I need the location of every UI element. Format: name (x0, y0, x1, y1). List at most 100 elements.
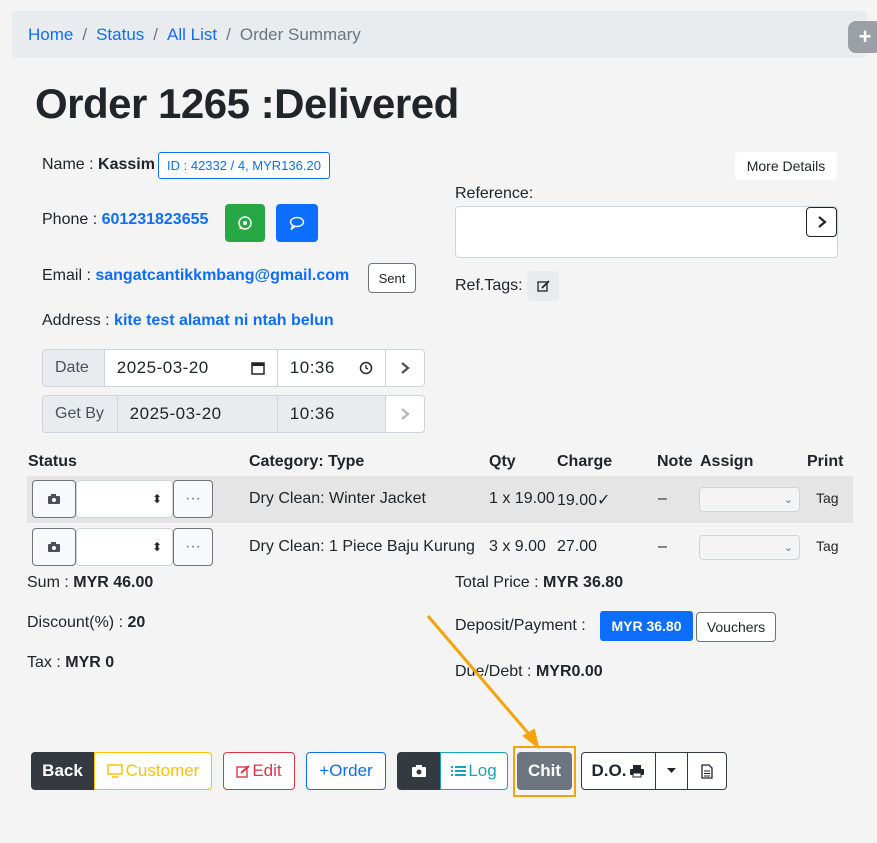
breadcrumb-separator: / (153, 24, 159, 44)
address-row: Address : kite test alamat ni ntah belun (42, 312, 334, 330)
plus-icon: + (858, 24, 872, 49)
header-qty: Qty (489, 453, 516, 470)
total-row: Total Price : MYR 36.80 (455, 574, 623, 592)
date-label: Date (43, 350, 105, 386)
row-more-button[interactable]: ··· (173, 480, 213, 518)
date-value: 2025-03-20 (116, 358, 209, 377)
do-dropdown-button[interactable] (655, 752, 688, 790)
tax-label: Tax : (27, 654, 61, 671)
header-assign: Assign (700, 453, 754, 470)
chat-icon (289, 216, 305, 230)
total-value: MYR 36.80 (543, 574, 624, 591)
breadcrumb-current: Order Summary (239, 24, 361, 44)
tax-value: MYR 0 (65, 654, 115, 671)
row-assign-select[interactable]: ⌄ (699, 487, 800, 512)
email-link[interactable]: sangatcantikkmbang@gmail.com (95, 267, 349, 284)
phone-link[interactable]: 601231823655 (102, 211, 209, 228)
back-button[interactable]: Back (31, 752, 94, 790)
page-title: Order 1265 :Delivered (35, 80, 459, 127)
discount-label: Discount(%) : (27, 614, 124, 631)
header-note: Note (657, 453, 693, 470)
chevron-right-icon (817, 216, 827, 228)
email-row: Email : sangatcantikkmbang@gmail.com (42, 267, 349, 285)
row-camera-button[interactable] (32, 528, 76, 566)
breadcrumb-all-list[interactable]: All List (167, 25, 217, 45)
row-note: – (658, 490, 667, 507)
time-value: 10:36 (289, 358, 335, 377)
camera-button[interactable] (397, 752, 440, 790)
chevron-down-icon: ⌄ (783, 542, 793, 554)
address-label: Address : (42, 312, 110, 329)
row-status-select[interactable]: ⬍ (76, 480, 173, 518)
camera-icon (411, 765, 426, 777)
new-order-button[interactable]: +Order (306, 752, 386, 790)
chevron-down-icon: ⌄ (783, 494, 793, 506)
customer-id-badge[interactable]: ID : 42332 / 4, MYR136.20 (158, 152, 330, 179)
header-print: Print (807, 453, 844, 470)
getby-next-button[interactable] (386, 396, 424, 432)
date-next-button[interactable] (386, 350, 424, 386)
ellipsis-icon: ··· (185, 538, 201, 555)
add-button[interactable]: + (848, 21, 877, 53)
deposit-badge[interactable]: MYR 36.80 (600, 611, 693, 641)
row-assign-select[interactable]: ⌄ (699, 535, 800, 560)
getby-label: Get By (43, 396, 118, 432)
sum-row: Sum : MYR 46.00 (27, 574, 153, 592)
ellipsis-icon: ··· (185, 490, 201, 507)
edit-icon (536, 280, 550, 292)
time-input[interactable]: 10:36 (278, 350, 387, 386)
row-camera-button[interactable] (32, 480, 76, 518)
edit-label: Edit (252, 761, 282, 780)
reference-submit-button[interactable] (806, 207, 837, 237)
row-tag-link[interactable]: Tag (816, 538, 839, 554)
reference-textarea[interactable] (455, 206, 838, 258)
breadcrumb-home[interactable]: Home (28, 25, 73, 45)
row-category: Dry Clean: Winter Jacket (249, 490, 426, 507)
clock-icon (360, 361, 373, 375)
row-more-button[interactable]: ··· (173, 528, 213, 566)
more-details-button[interactable]: More Details (735, 152, 837, 180)
reference-label: Reference: (455, 185, 534, 202)
do-label: D.O. (591, 761, 627, 780)
email-label: Email : (42, 267, 91, 284)
message-button[interactable] (276, 204, 318, 242)
tax-row: Tax : MYR 0 (27, 654, 114, 672)
chevron-right-icon (401, 408, 410, 420)
camera-icon (48, 494, 60, 504)
getby-time: 10:36 (277, 396, 387, 432)
row-status-select[interactable]: ⬍ (76, 528, 173, 566)
getby-date: 2025-03-20 (117, 396, 278, 432)
date-input[interactable]: 2025-03-20 (105, 350, 278, 386)
sort-icon: ⬍ (151, 540, 162, 554)
vouchers-button[interactable]: Vouchers (696, 612, 776, 642)
camera-icon (48, 542, 60, 552)
breadcrumb-status[interactable]: Status (96, 25, 144, 45)
document-button[interactable] (687, 752, 727, 790)
whatsapp-icon (238, 216, 252, 230)
row-charge: 19.00✓ (557, 492, 611, 509)
whatsapp-button[interactable] (225, 204, 265, 242)
breadcrumb: Home / Status / All List / Order Summary (12, 11, 867, 58)
getby-input-group: Get By 2025-03-20 10:36 (42, 395, 425, 433)
reftags-edit-button[interactable] (527, 271, 559, 301)
customer-button[interactable]: Customer (94, 752, 212, 790)
row-note: – (658, 538, 667, 555)
header-category: Category: Type (249, 453, 365, 470)
address-link[interactable]: kite test alamat ni ntah belun (114, 312, 334, 329)
log-button[interactable]: Log (440, 752, 508, 790)
chit-button[interactable]: Chit (517, 752, 572, 790)
sort-icon: ⬍ (151, 492, 162, 506)
header-charge: Charge (557, 453, 613, 470)
row-tag-link[interactable]: Tag (816, 490, 839, 506)
header-status: Status (28, 453, 77, 470)
date-input-group: Date 2025-03-20 10:36 (42, 349, 425, 387)
row-charge: 27.00 (557, 538, 598, 555)
edit-button[interactable]: Edit (223, 752, 295, 790)
breadcrumb-separator: / (226, 24, 231, 44)
document-icon (701, 763, 713, 779)
name-label: Name : (42, 156, 94, 173)
sent-button[interactable]: Sent (368, 263, 416, 293)
row-qty: 3 x 9.00 (489, 538, 546, 555)
do-print-button[interactable]: D.O. (581, 752, 656, 790)
chevron-right-icon (401, 362, 410, 374)
